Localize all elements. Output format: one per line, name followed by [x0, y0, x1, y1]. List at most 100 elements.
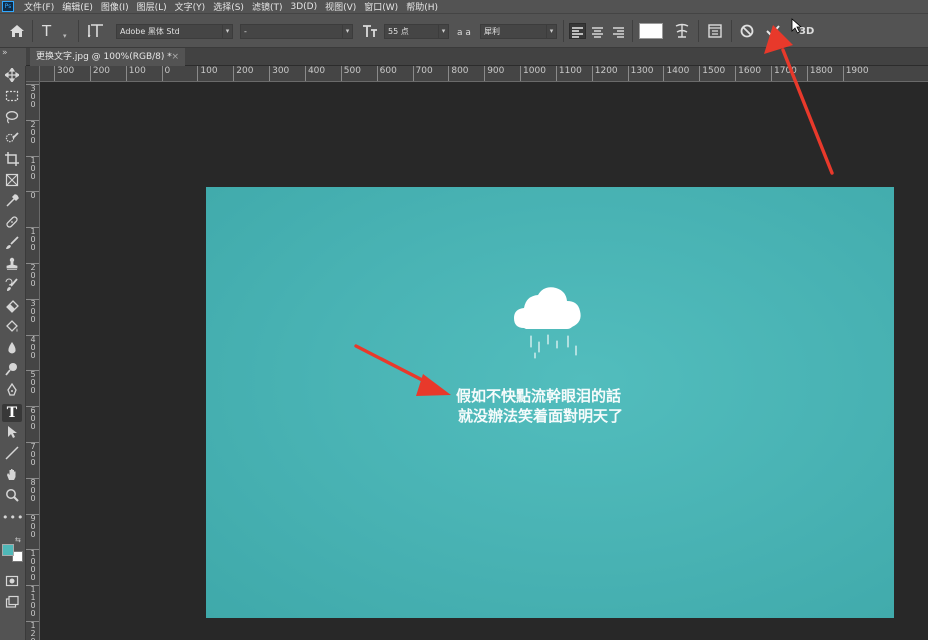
ruler-h-tick: 500 — [340, 66, 361, 81]
poem-line-1: 假如不快點流幹眼泪的話 — [456, 387, 622, 405]
type-tool-preset-icon[interactable]: T — [42, 24, 51, 39]
eraser-tool-icon[interactable] — [2, 299, 22, 317]
paint-bucket-tool-icon[interactable] — [2, 320, 22, 338]
chevron-down-icon: ▾ — [546, 25, 556, 38]
chevron-down-icon[interactable]: ▾ — [63, 29, 67, 43]
brush-tool-icon[interactable] — [2, 236, 22, 254]
font-size-icon — [362, 23, 378, 42]
ruler-h-tick: 1800 — [806, 66, 833, 81]
ruler-v-tick: 1 0 0 0 — [26, 549, 39, 582]
eyedropper-tool-icon[interactable] — [2, 194, 22, 212]
dodge-tool-icon[interactable] — [2, 362, 22, 380]
ruler-h-tick: 800 — [448, 66, 469, 81]
separator — [731, 20, 732, 42]
font-style-select[interactable]: - ▾ — [240, 24, 353, 39]
photoshop-logo-icon[interactable]: Ps — [2, 1, 14, 12]
frame-tool-icon[interactable] — [2, 173, 22, 191]
quick-mask-icon[interactable] — [2, 574, 22, 592]
align-left-icon — [572, 27, 583, 38]
separator — [632, 20, 633, 42]
quick-selection-tool-icon[interactable] — [2, 131, 22, 149]
color-swatches[interactable]: ⇆ — [0, 536, 24, 570]
document-tab[interactable]: 更换文字.jpg @ 100%(RGB/8) * × — [30, 48, 185, 66]
text-color-swatch[interactable] — [639, 23, 663, 39]
align-right-button[interactable] — [611, 24, 626, 38]
foreground-color-swatch[interactable] — [2, 544, 14, 556]
poem-text-layer[interactable]: 假如不快點流幹眼泪的話 就没辦法笑着面對明天了 — [456, 386, 676, 426]
hand-tool-icon[interactable] — [2, 467, 22, 485]
character-panel-icon[interactable] — [707, 23, 723, 42]
chevron-down-icon: ▾ — [222, 25, 232, 38]
menu-select[interactable]: 选择(S) — [209, 0, 248, 13]
zoom-tool-icon[interactable] — [2, 488, 22, 506]
font-size-select[interactable]: 55 点 ▾ — [384, 24, 449, 39]
menu-type[interactable]: 文字(Y) — [171, 0, 210, 13]
align-right-icon — [613, 27, 624, 38]
close-icon[interactable]: × — [171, 48, 179, 66]
menu-help[interactable]: 帮助(H) — [402, 0, 442, 13]
lasso-tool-icon[interactable] — [2, 110, 22, 128]
marquee-tool-icon[interactable] — [2, 89, 22, 107]
ruler-h-tick: 1700 — [771, 66, 797, 81]
antialias-value: 犀利 — [484, 27, 500, 36]
cancel-icon[interactable] — [739, 23, 755, 42]
move-tool-icon[interactable] — [2, 66, 22, 86]
document-canvas[interactable]: 假如不快點流幹眼泪的話 就没辦法笑着面對明天了 — [206, 187, 894, 618]
crop-tool-icon[interactable] — [2, 152, 22, 170]
ruler-h-tick: 700 — [412, 66, 433, 81]
antialias-select[interactable]: 犀利 ▾ — [480, 24, 557, 39]
3d-button[interactable]: 3D — [799, 25, 814, 39]
menu-view[interactable]: 视图(V) — [321, 0, 360, 13]
ruler-h-tick: 1200 — [591, 66, 618, 81]
swap-colors-icon[interactable]: ⇆ — [15, 536, 21, 544]
ruler-h-tick: 900 — [484, 66, 504, 81]
font-family-select[interactable]: Adobe 黑体 Std ▾ — [116, 24, 233, 39]
chevron-down-icon: ▾ — [438, 25, 448, 38]
font-style-value: - — [244, 27, 247, 36]
ruler-h-tick: 200 — [233, 66, 253, 81]
menu-layer[interactable]: 图层(L) — [133, 0, 171, 13]
type-tool-icon[interactable]: T — [2, 404, 22, 422]
ruler-h-tick: 100 — [125, 66, 146, 81]
menu-bar: Ps 文件(F) 编辑(E) 图像(I) 图层(L) 文字(Y) 选择(S) 滤… — [0, 0, 928, 13]
ruler-h-tick: 100 — [197, 66, 218, 81]
photoshop-window: Ps 文件(F) 编辑(E) 图像(I) 图层(L) 文字(Y) 选择(S) 滤… — [0, 0, 928, 640]
menu-3d[interactable]: 3D(D) — [286, 2, 321, 12]
ruler-v-tick: 1 0 0 — [26, 155, 39, 181]
home-icon[interactable] — [9, 24, 25, 41]
ruler-v-tick: 2 0 0 — [26, 119, 39, 145]
menu-edit[interactable]: 编辑(E) — [58, 0, 97, 13]
ruler-h-tick: 1100 — [555, 66, 582, 81]
separator — [698, 20, 699, 42]
ruler-h-tick: 300 — [269, 66, 289, 81]
ruler-origin[interactable] — [26, 66, 40, 82]
blur-tool-icon[interactable] — [2, 341, 22, 359]
commit-check-icon[interactable] — [765, 23, 781, 42]
vertical-ruler: 3 0 0 2 0 0 1 0 0 0 1 0 0 2 0 0 3 0 0 4 0 0 5 0 … — [26, 82, 40, 640]
healing-brush-tool-icon[interactable] — [2, 215, 22, 233]
history-brush-tool-icon[interactable] — [2, 278, 22, 296]
separator — [78, 20, 79, 42]
warp-text-icon[interactable] — [674, 23, 690, 42]
ruler-v-tick: 3 0 0 — [26, 84, 39, 109]
clone-stamp-tool-icon[interactable] — [2, 257, 22, 275]
ruler-v-tick: 1 1 0 0 — [26, 585, 39, 618]
menu-image[interactable]: 图像(I) — [97, 0, 133, 13]
align-left-button[interactable] — [569, 23, 586, 39]
ruler-v-tick: 7 0 0 — [26, 442, 39, 467]
menu-window[interactable]: 窗口(W) — [360, 0, 402, 13]
chevron-down-icon: ▾ — [342, 25, 352, 38]
line-tool-icon[interactable] — [2, 446, 22, 464]
ruler-h-tick: 300 — [54, 66, 74, 81]
screen-mode-icon[interactable] — [2, 595, 22, 613]
text-orientation-icon[interactable] — [87, 23, 104, 42]
menu-file[interactable]: 文件(F) — [20, 0, 58, 13]
path-selection-tool-icon[interactable] — [2, 425, 22, 443]
align-center-button[interactable] — [590, 24, 605, 38]
pen-tool-icon[interactable] — [2, 382, 22, 401]
ruler-v-tick: 3 0 0 — [26, 298, 39, 324]
more-tools-icon[interactable]: ••• — [2, 509, 23, 527]
ruler-v-tick: 1 0 0 — [26, 227, 39, 252]
menu-filter[interactable]: 滤镜(T) — [248, 0, 287, 13]
collapse-panels-button[interactable]: » — [0, 48, 26, 66]
